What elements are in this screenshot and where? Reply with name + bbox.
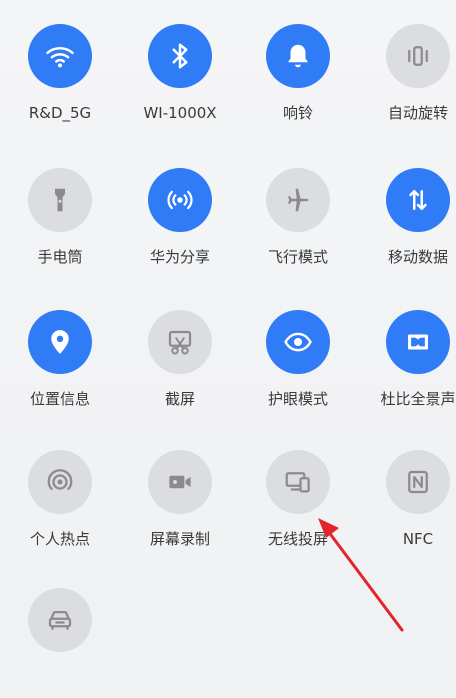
tile-label: 自动旋转 [387, 104, 448, 122]
mobile-data-toggle[interactable] [386, 168, 450, 232]
screenshot-icon [168, 330, 192, 355]
auto-rotate-toggle[interactable] [386, 24, 450, 88]
tile-screenshot[interactable]: 截屏 [125, 310, 235, 420]
tile-label: 响铃 [282, 104, 313, 122]
tile-label: 华为分享 [149, 248, 210, 266]
tile-screen-record[interactable]: 屏幕录制 [125, 450, 235, 560]
dolby-toggle[interactable] [386, 310, 450, 374]
tile-airplane-mode[interactable]: 飞行模式 [243, 168, 353, 278]
eye-comfort-icon [284, 332, 312, 352]
auto-rotate-icon [408, 46, 428, 66]
ring-toggle[interactable] [266, 24, 330, 88]
bell-icon [288, 44, 308, 68]
bluetooth-icon [172, 43, 188, 69]
tile-label: NFC [402, 530, 434, 548]
location-toggle[interactable] [28, 310, 92, 374]
airplane-icon [288, 188, 309, 212]
tile-label: 杜比全景声 [380, 390, 456, 408]
tile-label: 屏幕录制 [149, 530, 210, 548]
tile-label: 位置信息 [29, 390, 90, 408]
mobile-data-icon [409, 190, 427, 210]
tile-label: 护眼模式 [267, 390, 328, 408]
car-toggle[interactable] [28, 588, 92, 652]
flashlight-icon [55, 188, 65, 212]
tile-label: WI-1000X [143, 104, 217, 122]
screen-record-toggle[interactable] [148, 450, 212, 514]
tile-flashlight[interactable]: 手电筒 [5, 168, 115, 278]
tile-huawei-share[interactable]: 华为分享 [125, 168, 235, 278]
screen-record-icon [169, 475, 191, 489]
wireless-projection-icon [285, 472, 310, 493]
airplane-mode-toggle[interactable] [266, 168, 330, 232]
bluetooth-toggle[interactable] [148, 24, 212, 88]
hotspot-toggle[interactable] [28, 450, 92, 514]
location-icon [51, 330, 69, 354]
wifi-toggle[interactable] [28, 24, 92, 88]
tile-mobile-data[interactable]: 移动数据 [363, 168, 456, 278]
tile-label: 飞行模式 [267, 248, 328, 266]
tile-wireless-projection[interactable]: 无线投屏 [243, 450, 353, 560]
dolby-icon [408, 334, 428, 350]
tile-label: 无线投屏 [267, 530, 328, 548]
screenshot-toggle[interactable] [148, 310, 212, 374]
tile-label: 移动数据 [387, 248, 448, 266]
wireless-projection-toggle[interactable] [266, 450, 330, 514]
huawei-share-toggle[interactable] [148, 168, 212, 232]
eye-comfort-toggle[interactable] [266, 310, 330, 374]
hotspot-icon [47, 469, 73, 490]
flashlight-toggle[interactable] [28, 168, 92, 232]
tile-label: 手电筒 [37, 248, 83, 266]
tile-label: 截屏 [164, 390, 195, 408]
nfc-toggle[interactable] [386, 450, 450, 514]
tile-auto-rotate[interactable]: 自动旋转 [363, 24, 456, 134]
tile-wifi[interactable]: R&D_5G [5, 24, 115, 134]
tile-nfc[interactable]: NFC [363, 450, 456, 560]
wifi-icon [46, 46, 74, 68]
tile-ring[interactable]: 响铃 [243, 24, 353, 134]
tile-bluetooth[interactable]: WI-1000X [125, 24, 235, 134]
quick-settings-panel: R&D_5G WI-1000X 响铃 自动旋转 手电筒 华为分享 飞行模式 移动… [0, 0, 456, 652]
tile-location[interactable]: 位置信息 [5, 310, 115, 420]
tile-dolby[interactable]: 杜比全景声 [363, 310, 456, 420]
tile-hotspot[interactable]: 个人热点 [5, 450, 115, 560]
tile-car[interactable] [5, 588, 115, 698]
car-icon [48, 611, 72, 630]
huawei-share-icon [167, 190, 193, 210]
tile-eye-comfort[interactable]: 护眼模式 [243, 310, 353, 420]
nfc-icon [408, 470, 428, 494]
tile-label: R&D_5G [28, 104, 92, 122]
tile-label: 个人热点 [29, 530, 90, 548]
